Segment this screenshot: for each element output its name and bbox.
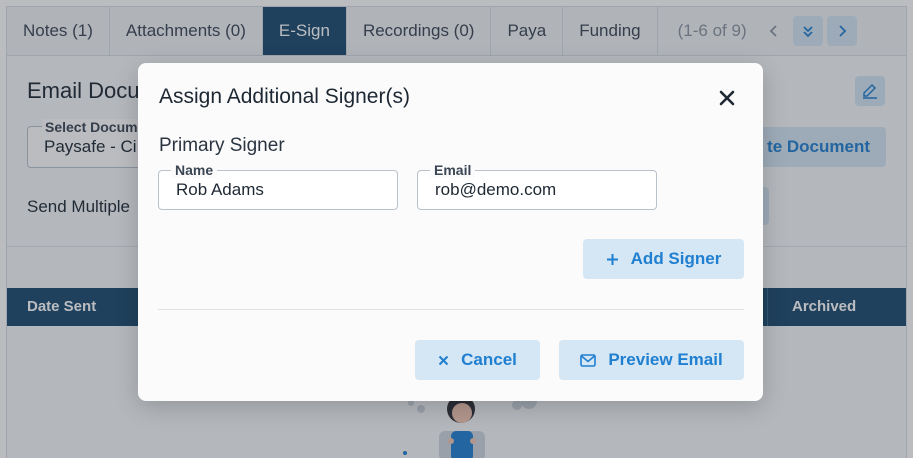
dialog-title: Assign Additional Signer(s) xyxy=(159,85,410,108)
assign-signers-dialog: Assign Additional Signer(s) Primary Sign… xyxy=(138,63,763,401)
dialog-divider xyxy=(158,309,744,310)
preview-email-button[interactable]: Preview Email xyxy=(559,340,744,380)
primary-signer-heading: Primary Signer xyxy=(159,135,285,156)
cancel-label: Cancel xyxy=(461,350,517,369)
signer-name-value: Rob Adams xyxy=(176,180,264,199)
plus-icon xyxy=(606,253,619,266)
close-small-icon xyxy=(438,355,449,366)
preview-email-label: Preview Email xyxy=(608,350,723,369)
add-signer-label: Add Signer xyxy=(630,249,722,268)
add-signer-button[interactable]: Add Signer xyxy=(583,239,744,279)
signer-email-field[interactable]: Email rob@demo.com xyxy=(417,162,657,210)
signer-name-label: Name xyxy=(171,162,218,178)
signer-email-label: Email xyxy=(430,162,476,178)
close-button[interactable] xyxy=(716,87,738,109)
signer-name-field[interactable]: Name Rob Adams xyxy=(158,162,398,210)
signer-email-value: rob@demo.com xyxy=(435,180,557,199)
close-icon xyxy=(719,90,735,106)
envelope-icon xyxy=(580,353,597,367)
cancel-button[interactable]: Cancel xyxy=(415,340,540,380)
